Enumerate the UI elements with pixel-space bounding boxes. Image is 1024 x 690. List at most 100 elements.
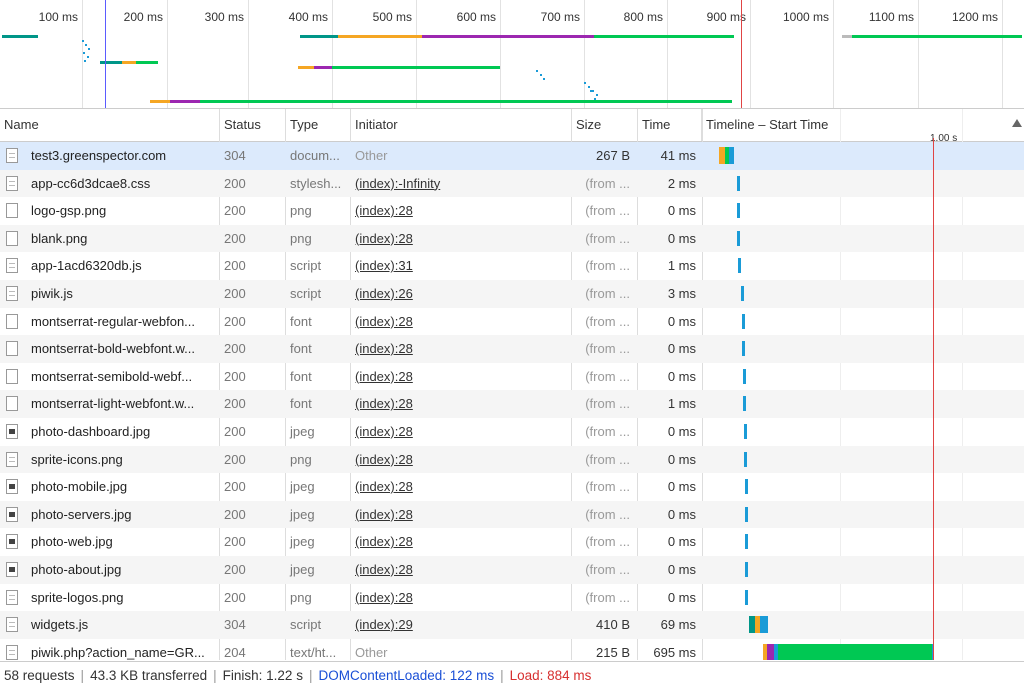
table-row[interactable]: montserrat-bold-webfont.w... 200 font (inde…: [0, 335, 1024, 363]
column-header-timeline[interactable]: Timeline – Start Time 1.00 s: [702, 109, 1024, 144]
request-name: photo-web.jpg: [31, 534, 113, 550]
table-row[interactable]: sprite-logos.png 200 png (index):28 (from ..…: [0, 584, 1024, 612]
overview-request-bar: [298, 66, 314, 69]
request-initiator[interactable]: (index):28: [351, 584, 573, 612]
overview-tick-label: 700 ms: [540, 10, 580, 24]
request-time: 695 ms: [653, 644, 696, 660]
table-row[interactable]: montserrat-light-webfont.w... 200 font (ind…: [0, 390, 1024, 418]
request-status: 304: [224, 148, 246, 163]
timeline-bar: [737, 203, 740, 219]
request-initiator[interactable]: (index):28: [351, 308, 573, 336]
finish-time: Finish: 1.22 s: [222, 668, 303, 683]
overview-dcl-marker: [105, 0, 106, 108]
image-file-icon: [6, 562, 18, 577]
request-initiator[interactable]: (index):29: [351, 611, 573, 639]
table-row[interactable]: piwik.php?action_name=GR... 204 text/ht...…: [0, 639, 1024, 660]
table-row[interactable]: blank.png 200 png (index):28 (from ... 0 ms: [0, 224, 1024, 253]
file-icon: [6, 617, 18, 633]
overview-gridline: [833, 0, 834, 108]
file-icon: [6, 230, 18, 246]
request-initiator[interactable]: (index):28: [351, 528, 573, 556]
column-header-initiator[interactable]: Initiator: [351, 109, 572, 141]
timeline-bar: [745, 506, 748, 522]
request-initiator[interactable]: (index):28: [351, 473, 573, 501]
overview-request-dot: [84, 60, 86, 62]
table-row[interactable]: piwik.js 200 script (index):26 (from ... 3 ms: [0, 280, 1024, 308]
overview-timeline[interactable]: 100 ms 200 ms 300 ms 400 ms 500 ms 600 ms 700 …: [0, 0, 1024, 109]
request-status: 200: [224, 175, 246, 191]
request-size: (from ...: [585, 396, 630, 412]
timeline-bar: [760, 616, 768, 634]
request-status: 204: [224, 644, 246, 660]
overview-request-bar: [594, 35, 734, 38]
overview-gridline: [1002, 0, 1003, 108]
table-row[interactable]: app-cc6d3dcae8.css 200 stylesh... (index):-…: [0, 169, 1024, 198]
request-initiator[interactable]: (index):28: [351, 363, 573, 391]
table-row[interactable]: photo-mobile.jpg 200 jpeg (index):28 (from .…: [0, 473, 1024, 501]
table-row[interactable]: sprite-icons.png 200 png (index):28 (from ..…: [0, 445, 1024, 474]
sort-ascending-icon[interactable]: [1012, 119, 1022, 127]
column-header-time[interactable]: Time: [638, 109, 702, 141]
request-status: 200: [224, 534, 246, 550]
request-time: 2 ms: [667, 175, 696, 191]
request-initiator[interactable]: (index):26: [351, 280, 573, 308]
overview-request-bar: [136, 61, 158, 64]
request-initiator[interactable]: (index):28: [351, 390, 573, 418]
column-header-status[interactable]: Status: [220, 109, 286, 141]
request-initiator[interactable]: (index):28: [351, 335, 573, 363]
table-row[interactable]: photo-servers.jpg 200 jpeg (index):28 (from …: [0, 500, 1024, 529]
request-name: montserrat-light-webfont.w...: [31, 396, 195, 412]
table-row[interactable]: test3.greenspector.com 304 docum... Other 26…: [0, 142, 1024, 170]
request-initiator: Other: [355, 148, 388, 163]
table-row[interactable]: montserrat-regular-webfon... 200 font (inde…: [0, 308, 1024, 336]
request-time: 0 ms: [667, 589, 696, 605]
request-name: blank.png: [31, 230, 88, 246]
column-header-name[interactable]: Name: [0, 109, 220, 141]
timeline-bar: [743, 368, 746, 384]
request-name: montserrat-bold-webfont.w...: [31, 341, 196, 357]
overview-tick-label: 900 ms: [706, 10, 746, 24]
table-row[interactable]: widgets.js 304 script (index):29 410 B 69 ms: [0, 611, 1024, 639]
request-initiator[interactable]: (index):28: [351, 446, 573, 474]
request-time: 0 ms: [667, 479, 696, 495]
file-icon: [6, 258, 18, 274]
request-name: photo-servers.jpg: [31, 506, 132, 522]
request-size: (from ...: [585, 589, 630, 605]
column-header-type[interactable]: Type: [286, 109, 351, 141]
request-type: jpeg: [290, 562, 315, 577]
overview-request-bar: [122, 61, 136, 64]
table-row[interactable]: logo-gsp.png 200 png (index):28 (from ... 0 m…: [0, 197, 1024, 225]
file-icon: [6, 286, 18, 301]
request-initiator[interactable]: (index):28: [351, 197, 573, 225]
request-size: (from ...: [585, 313, 630, 329]
overview-request-dot: [596, 94, 598, 96]
table-row[interactable]: photo-web.jpg 200 jpeg (index):28 (from ... 0…: [0, 528, 1024, 556]
request-size: (from ...: [585, 479, 630, 495]
request-initiator[interactable]: (index):-Infinity: [351, 170, 573, 198]
request-type: jpeg: [290, 424, 315, 439]
overview-request-bar: [842, 35, 852, 38]
request-status: 200: [224, 562, 246, 577]
overview-request-dot: [540, 74, 542, 76]
request-initiator[interactable]: (index):28: [351, 556, 573, 584]
request-time: 0 ms: [667, 313, 696, 329]
column-header-size[interactable]: Size: [572, 109, 638, 141]
request-initiator[interactable]: (index):28: [351, 418, 573, 446]
request-initiator[interactable]: (index):28: [351, 501, 573, 529]
timeline-bar: [778, 643, 933, 660]
request-initiator[interactable]: (index):28: [351, 225, 573, 253]
request-type: png: [290, 230, 312, 246]
table-row[interactable]: photo-about.jpg 200 jpeg (index):28 (from ..…: [0, 556, 1024, 584]
request-name: photo-about.jpg: [31, 562, 122, 577]
overview-request-dot: [590, 90, 592, 92]
request-type: font: [290, 396, 312, 412]
request-initiator[interactable]: (index):31: [351, 252, 573, 280]
overview-gridline: [167, 0, 168, 108]
request-name: photo-dashboard.jpg: [31, 424, 151, 439]
table-row[interactable]: photo-dashboard.jpg 200 jpeg (index):28 (fro…: [0, 418, 1024, 446]
overview-request-bar: [300, 35, 338, 38]
request-size: (from ...: [585, 534, 630, 550]
table-row[interactable]: montserrat-semibold-webf... 200 font (index…: [0, 363, 1024, 391]
overview-request-bar: [338, 35, 422, 38]
table-row[interactable]: app-1acd6320db.js 200 script (index):31 (fro…: [0, 252, 1024, 280]
